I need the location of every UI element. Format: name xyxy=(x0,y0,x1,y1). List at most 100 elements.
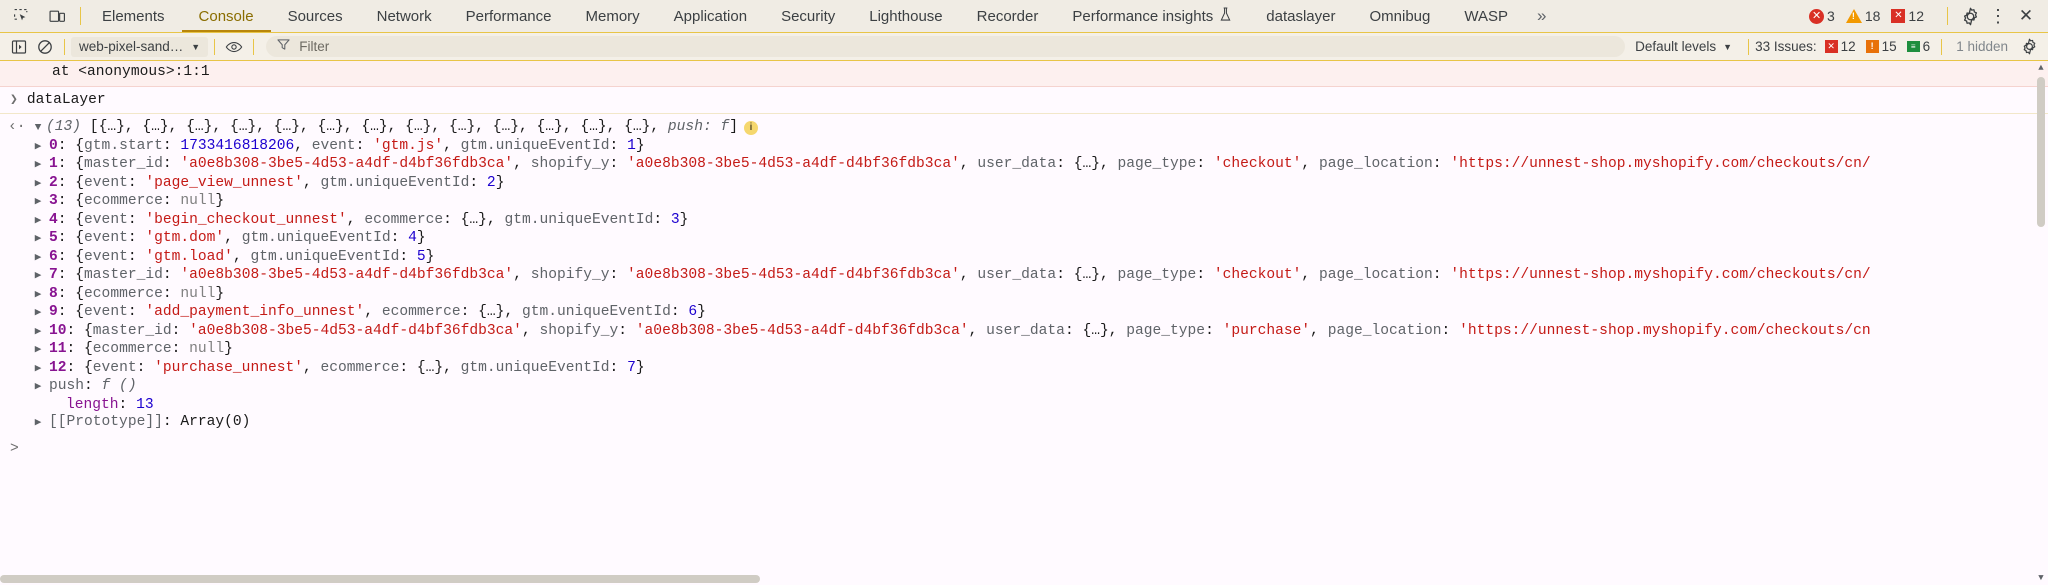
console-settings-icon[interactable] xyxy=(2016,35,2042,59)
expand-triangle-icon[interactable]: ▶ xyxy=(30,268,46,286)
tab-label: Performance xyxy=(465,7,552,25)
info-badge-icon[interactable]: i xyxy=(744,121,758,135)
issues-warning-count: 15 xyxy=(1881,39,1897,54)
error-counter[interactable]: ✕ 3 xyxy=(1809,8,1835,24)
tab-application[interactable]: Application xyxy=(657,0,764,32)
log-levels-selector[interactable]: Default levels ▼ xyxy=(1625,39,1742,54)
tab-label: Lighthouse xyxy=(869,7,943,25)
row-segment: { xyxy=(75,174,85,191)
result-row[interactable]: ▶ 10: {master_id: 'a0e8b308-3be5-4d53-a4d… xyxy=(0,323,2048,342)
expand-triangle-icon[interactable]: ▶ xyxy=(30,342,46,360)
expand-triangle-icon[interactable]: ▶ xyxy=(30,250,46,268)
close-icon[interactable]: ✕ xyxy=(2012,2,2040,30)
row-segment: : xyxy=(1441,322,1460,339)
tab-memory[interactable]: Memory xyxy=(569,0,657,32)
verbose-counter[interactable]: ✕ 12 xyxy=(1891,8,1924,24)
result-row[interactable]: ▶ 6: {event: 'gtm.load', gtm.uniqueEventI… xyxy=(0,249,2048,268)
result-row[interactable]: ▶ 9: {event: 'add_payment_info_unnest', e… xyxy=(0,304,2048,323)
expand-triangle-icon[interactable]: ▶ xyxy=(30,287,46,305)
js-context-selector[interactable]: web-pixel-sand… ▼ xyxy=(71,36,209,57)
tab-recorder[interactable]: Recorder xyxy=(960,0,1056,32)
vertical-scroll-thumb[interactable] xyxy=(2037,77,2045,227)
row-segment: 'purchase_unnest' xyxy=(154,359,303,376)
expand-triangle-icon[interactable]: ▼ xyxy=(30,120,46,138)
tab-sources[interactable]: Sources xyxy=(271,0,360,32)
row-segment: gtm.uniqueEventId xyxy=(504,211,654,228)
row-segment: { xyxy=(75,156,85,172)
row-segment: : xyxy=(653,211,671,228)
result-row[interactable]: ▶ 2: {event: 'page_view_unnest', gtm.uniq… xyxy=(0,175,2048,194)
row-segment: : xyxy=(1432,156,1451,172)
filter-input[interactable]: Filter xyxy=(266,36,1626,57)
row-segment: { xyxy=(75,304,85,320)
prototype-property-row[interactable]: ▶ [[Prototype]]: Array(0) xyxy=(0,414,2048,433)
result-row[interactable]: ▶ 8: {ecommerce: null} xyxy=(0,286,2048,305)
expand-triangle-icon[interactable]: ▶ xyxy=(30,324,46,342)
expand-triangle-icon[interactable]: ▶ xyxy=(30,194,46,212)
warning-counter[interactable]: 18 xyxy=(1845,8,1880,24)
devtools-tabs: Elements Console Sources Network Perform… xyxy=(85,0,2048,32)
result-rows: ▶ 0: {gtm.start: 1733416818206, event: 'g… xyxy=(0,138,2048,379)
result-row[interactable]: ▶ 4: {event: 'begin_checkout_unnest', eco… xyxy=(0,212,2048,231)
issue-counters[interactable]: ✕ 3 18 ✕ 12 xyxy=(1801,8,1939,24)
result-row[interactable]: ▶ 3: {ecommerce: null} xyxy=(0,193,2048,212)
verbose-square-icon: ✕ xyxy=(1891,9,1906,23)
vertical-scrollbar[interactable]: ▲ ▼ xyxy=(2034,61,2048,585)
result-row[interactable]: ▶ 1: {master_id: 'a0e8b308-3be5-4d53-a4df… xyxy=(0,156,2048,175)
filter-icon xyxy=(277,38,290,56)
expand-triangle-icon[interactable]: ▶ xyxy=(30,231,46,249)
row-segment: : xyxy=(1056,267,1074,283)
horizontal-scroll-thumb[interactable] xyxy=(0,575,760,583)
inspect-element-icon[interactable] xyxy=(8,3,34,29)
tab-wasp[interactable]: WASP xyxy=(1447,0,1525,32)
console-sidebar-icon[interactable] xyxy=(6,35,32,59)
tab-network[interactable]: Network xyxy=(360,0,449,32)
result-row[interactable]: ▶ 0: {gtm.start: 1733416818206, event: 'g… xyxy=(0,138,2048,157)
tab-console[interactable]: Console xyxy=(182,0,271,32)
more-options-icon[interactable]: ⋮ xyxy=(1984,2,2012,30)
horizontal-scrollbar[interactable] xyxy=(0,572,2048,585)
row-colon: : xyxy=(57,174,76,191)
close-label: ✕ xyxy=(2018,6,2034,25)
expand-triangle-icon[interactable]: ▶ xyxy=(30,305,46,323)
console-prompt[interactable]: > xyxy=(0,433,2048,459)
more-tabs-button[interactable]: » xyxy=(1525,0,1558,32)
hidden-messages-label[interactable]: 1 hidden xyxy=(1948,39,2016,54)
device-toolbar-icon[interactable] xyxy=(44,3,70,29)
row-segment: 'gtm.js' xyxy=(373,137,444,154)
row-segment: , xyxy=(364,304,382,320)
console-input-row[interactable]: ❯ dataLayer xyxy=(0,87,2048,114)
result-header-row[interactable]: ‹· ▼ (13) [{…}, {…}, {…}, {…}, {…}, {…},… xyxy=(0,119,2048,138)
live-expression-icon[interactable] xyxy=(221,35,247,59)
expand-triangle-icon[interactable]: ▶ xyxy=(30,139,46,157)
push-property-row[interactable]: ▶ push: f () xyxy=(0,378,2048,397)
clear-console-icon[interactable] xyxy=(32,35,58,59)
tab-lighthouse[interactable]: Lighthouse xyxy=(852,0,959,32)
row-colon: : xyxy=(66,359,85,376)
issues-info-count: 6 xyxy=(1922,39,1931,54)
expand-triangle-icon[interactable]: ▶ xyxy=(30,361,46,379)
scroll-up-arrow[interactable]: ▲ xyxy=(2034,61,2048,75)
tab-performance[interactable]: Performance xyxy=(449,0,569,32)
expand-triangle-icon[interactable]: ▶ xyxy=(30,157,46,175)
tab-security[interactable]: Security xyxy=(764,0,852,32)
tab-performance-insights[interactable]: Performance insights xyxy=(1055,0,1249,32)
tab-dataslayer[interactable]: dataslayer xyxy=(1249,0,1352,32)
row-segment: : xyxy=(127,211,146,228)
expand-triangle-icon[interactable]: ▶ xyxy=(30,379,46,397)
expand-triangle-icon[interactable]: ▶ xyxy=(30,415,46,433)
tab-omnibug[interactable]: Omnibug xyxy=(1352,0,1447,32)
issues-summary[interactable]: 33 Issues: ✕ 12 ! 15 ≡ 6 xyxy=(1755,39,1935,54)
row-segment: : xyxy=(136,359,155,376)
row-segment: page_location xyxy=(1327,322,1442,339)
result-row[interactable]: ▶ 7: {master_id: 'a0e8b308-3be5-4d53-a4df… xyxy=(0,267,2048,286)
result-row[interactable]: ▶ 12: {event: 'purchase_unnest', ecommerc… xyxy=(0,360,2048,379)
result-row[interactable]: ▶ 5: {event: 'gtm.dom', gtm.uniqueEventId… xyxy=(0,230,2048,249)
expand-triangle-icon[interactable]: ▶ xyxy=(30,213,46,231)
console-message-list[interactable]: at <anonymous>:1:1 ❯ dataLayer ‹· ▼ (13)… xyxy=(0,61,2048,585)
gear-icon[interactable] xyxy=(1956,2,1984,30)
expand-triangle-icon[interactable]: ▶ xyxy=(30,176,46,194)
tab-elements[interactable]: Elements xyxy=(85,0,182,32)
row-segment: null xyxy=(180,285,216,302)
result-row[interactable]: ▶ 11: {ecommerce: null} xyxy=(0,341,2048,360)
